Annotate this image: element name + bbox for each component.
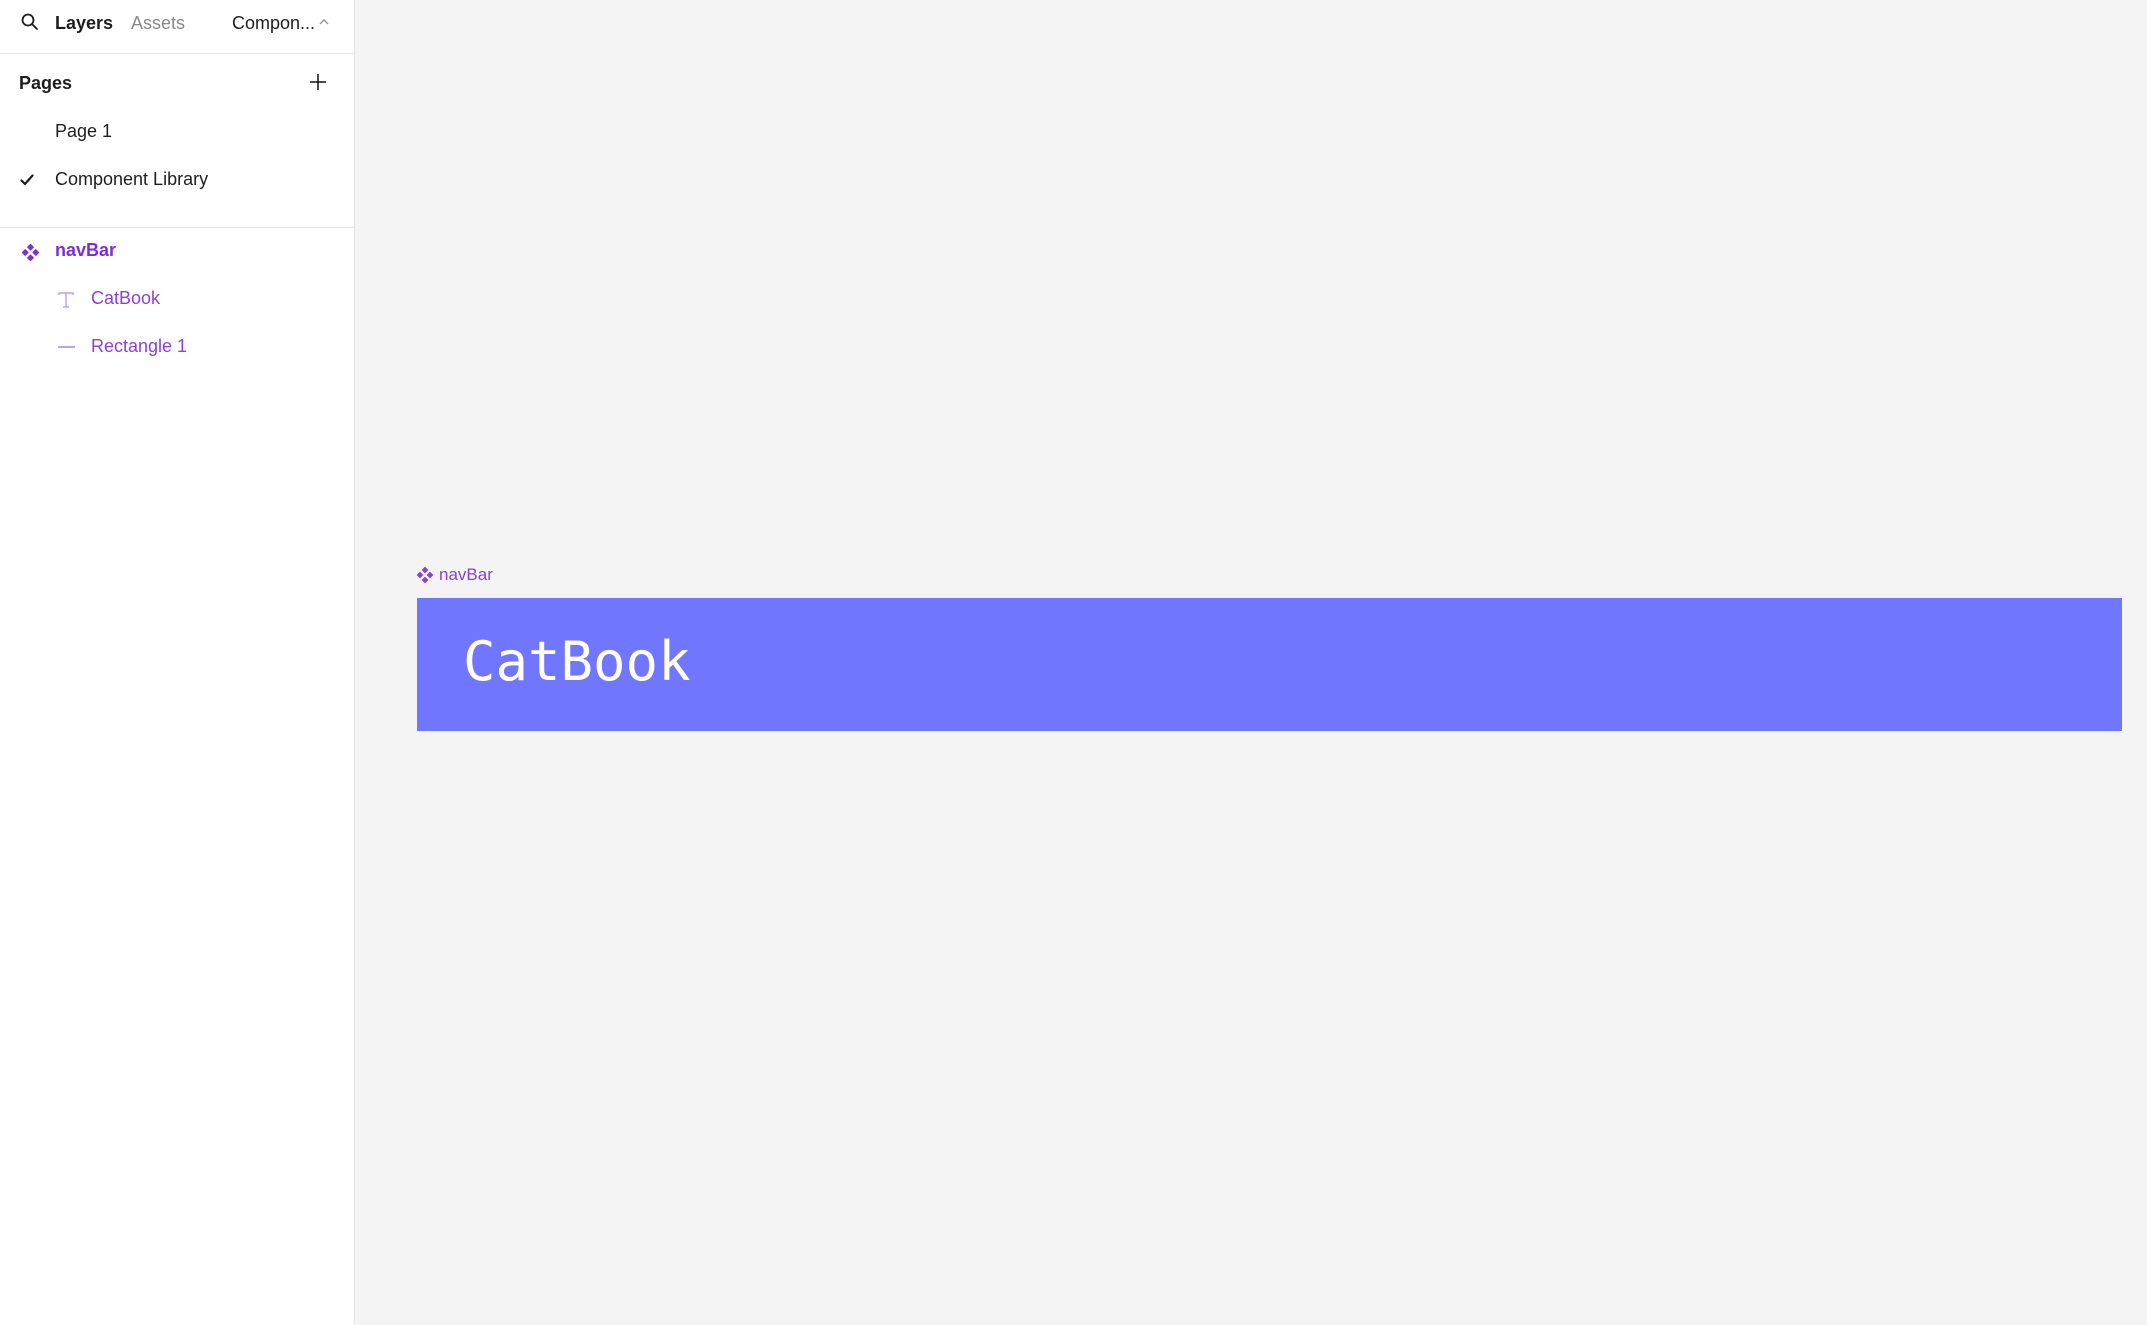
search-icon[interactable] — [20, 12, 40, 32]
design-canvas[interactable]: navBar CatBook — [356, 0, 2147, 1325]
navbar-component[interactable]: CatBook — [417, 598, 2122, 731]
layer-label: Rectangle 1 — [91, 336, 188, 356]
text-layer-icon — [58, 292, 74, 308]
layer-label: CatBook — [91, 288, 161, 308]
page-switcher[interactable]: Compon... — [232, 12, 315, 34]
add-page-icon[interactable] — [307, 71, 329, 93]
layer-item-navbar[interactable]: navBar — [0, 229, 354, 273]
page-item-component-library[interactable]: Component Library — [0, 158, 354, 202]
chevron-up-icon[interactable] — [318, 16, 330, 28]
rectangle-layer-icon — [58, 346, 75, 348]
check-icon — [20, 174, 34, 186]
tab-assets[interactable]: Assets — [131, 12, 185, 34]
page-item-page-1[interactable]: Page 1 — [0, 110, 354, 154]
figma-app: Layers Assets Compon... Pages Page 1 Com… — [0, 0, 2147, 1325]
component-icon — [22, 244, 39, 261]
layer-label: navBar — [55, 240, 117, 260]
frame-label[interactable]: navBar — [417, 565, 493, 585]
layer-item-catbook[interactable]: CatBook — [0, 277, 354, 321]
pages-section: Pages Page 1 Component Library — [0, 54, 354, 228]
page-item-label: Component Library — [55, 169, 209, 189]
layer-item-rectangle-1[interactable]: Rectangle 1 — [0, 325, 354, 369]
navbar-title[interactable]: CatBook — [463, 630, 691, 694]
page-item-label: Page 1 — [55, 121, 113, 141]
frame-label-text: navBar — [439, 565, 493, 584]
sidebar-topbar: Layers Assets Compon... — [0, 0, 354, 54]
pages-heading: Pages — [19, 73, 73, 93]
component-icon — [417, 567, 433, 583]
layers-panel: Layers Assets Compon... Pages Page 1 Com… — [0, 0, 355, 1325]
tab-layers[interactable]: Layers — [55, 12, 113, 34]
